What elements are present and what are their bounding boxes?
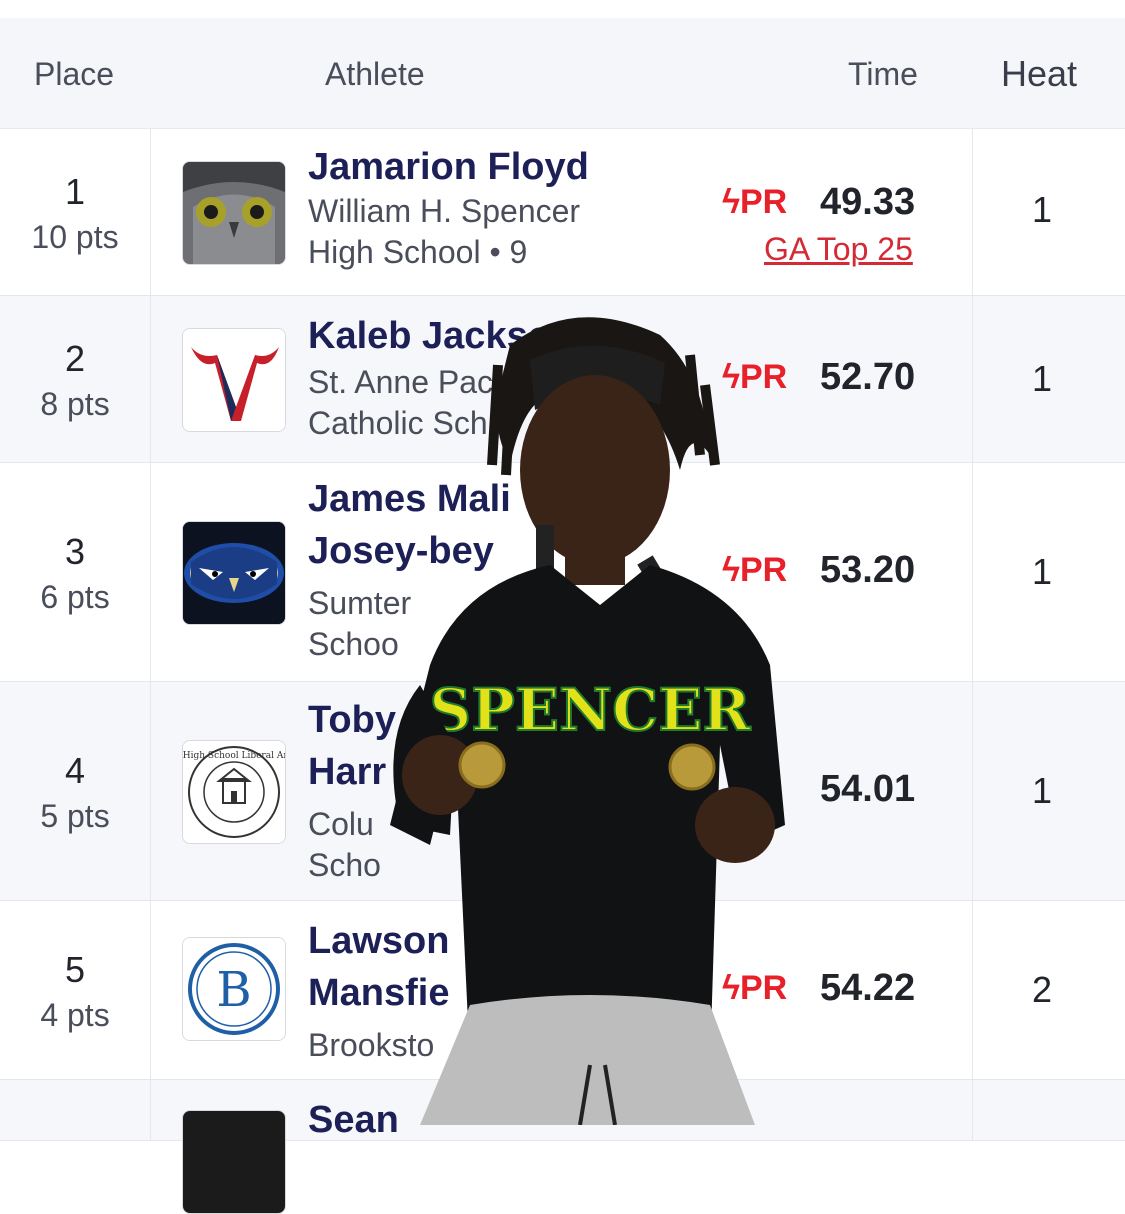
- lightning-icon: ϟ: [722, 183, 740, 221]
- athlete-photo-overlay: SPENCER: [360, 305, 790, 1126]
- place-points: 8 pts: [40, 386, 110, 422]
- header-athlete[interactable]: Athlete: [325, 56, 425, 93]
- place-points: 10 pts: [31, 219, 119, 255]
- place-number: 1: [64, 171, 86, 212]
- place-points: 5 pts: [40, 798, 110, 834]
- heat-number: 1: [1031, 551, 1053, 592]
- result-time: 53.20: [820, 549, 916, 591]
- header-heat[interactable]: Heat: [1001, 53, 1077, 95]
- place-number: 4: [64, 750, 86, 791]
- place-number: 5: [64, 949, 86, 990]
- seal-text: Columbus High School Liberal Arts Magnet: [183, 751, 285, 761]
- place-number: 2: [64, 338, 86, 379]
- school-name-grade: High School • 9: [308, 234, 528, 270]
- place-cell: [0, 1080, 151, 1140]
- heat-number: 1: [1031, 358, 1053, 399]
- top-gap: [0, 0, 1125, 18]
- athlete-name[interactable]: Jamarion Floyd: [308, 141, 589, 193]
- school-logo: [182, 1110, 286, 1214]
- result-time: 54.01: [820, 768, 916, 810]
- heat-number: 1: [1031, 189, 1053, 230]
- school-name: William H. Spencer: [308, 193, 581, 229]
- result-time: 54.22: [820, 967, 916, 1009]
- place-points: 4 pts: [40, 997, 110, 1033]
- columbus-high-seal: Columbus High School Liberal Arts Magnet: [182, 740, 286, 844]
- table-header: Place Athlete Time Heat: [0, 18, 1125, 129]
- result-time: 49.33: [820, 181, 916, 223]
- result-time: 52.70: [820, 356, 916, 398]
- logo-letter: B: [216, 962, 251, 1018]
- table-row[interactable]: 1 10 pts Jamarion Floyd William H. Spenc…: [0, 129, 1125, 296]
- heat-cell: [972, 1080, 1125, 1140]
- pr-badge: ϟPR: [722, 183, 788, 221]
- place-points: 6 pts: [40, 579, 110, 615]
- heat-number: 1: [1031, 770, 1053, 811]
- place-number: 3: [64, 531, 86, 572]
- header-place[interactable]: Place: [34, 56, 114, 93]
- heat-number: 2: [1031, 969, 1053, 1010]
- ga-top-25-link[interactable]: GA Top 25: [764, 231, 913, 268]
- shirt-text: SPENCER: [429, 676, 751, 744]
- owl-icon: [182, 161, 286, 265]
- b-logo: B: [182, 937, 286, 1041]
- hawk-logo: [182, 521, 286, 625]
- header-time[interactable]: Time: [848, 56, 918, 93]
- bull-v-logo: [182, 328, 286, 432]
